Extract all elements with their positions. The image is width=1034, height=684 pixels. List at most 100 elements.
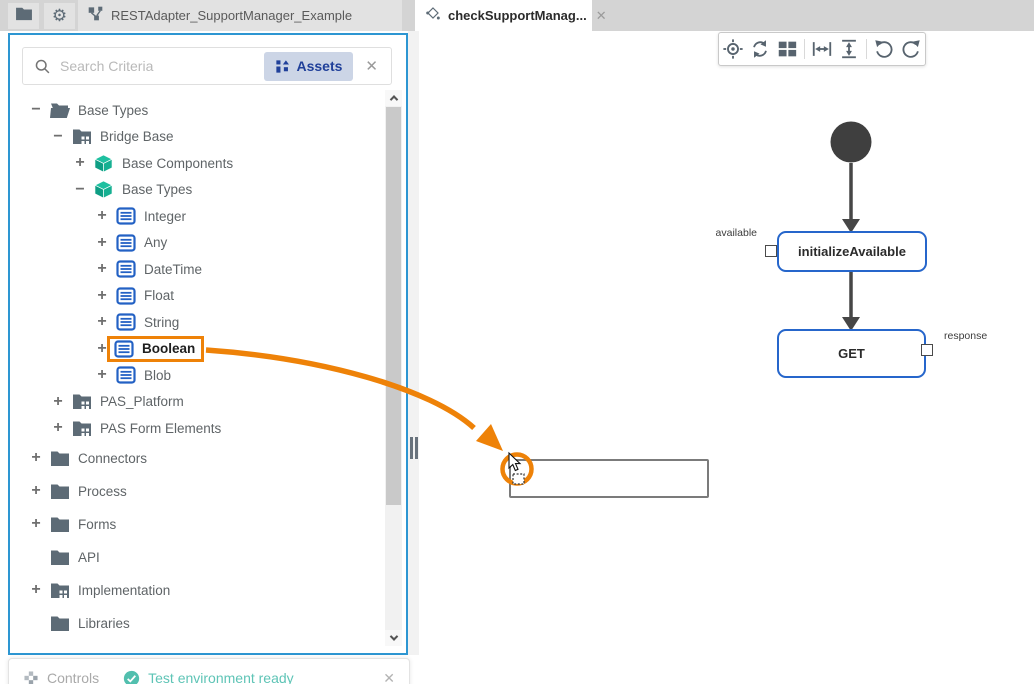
tab-diagram-active[interactable]: checkSupportManag... ✕ [415,0,592,31]
tree-scrollbar[interactable] [385,90,402,646]
expand-icon[interactable]: + [94,366,110,384]
controls-toggle[interactable]: Controls [23,670,99,684]
asset-tree: −Base Types−Bridge Base+Base Components−… [14,97,378,649]
expand-icon[interactable]: + [28,581,44,599]
start-event-node[interactable] [831,122,872,163]
tree-item-label: Libraries [78,616,130,631]
expand-icon[interactable]: + [50,419,66,437]
drag-source-highlight: Boolean [107,336,204,362]
service-icon [88,6,103,26]
assets-filter-button[interactable]: Assets [264,52,354,81]
tree-item-label: Boolean [142,341,195,356]
scroll-down-icon[interactable] [385,630,402,646]
expand-icon[interactable]: + [94,260,110,278]
tree-item-pas-form-elements[interactable]: +PAS Form Elements [14,415,378,442]
folder-icon [50,483,71,500]
folder-project-icon [72,128,93,145]
refresh-layout-icon[interactable] [748,37,772,61]
tree-item-label: DateTime [144,262,202,277]
search-icon [34,58,51,75]
splitter-grip-icon[interactable] [410,437,419,459]
tree-item-any[interactable]: + Any [14,230,378,257]
folder-icon [50,450,71,467]
tree-item-float[interactable]: + Float [14,283,378,310]
datatype-icon [114,340,135,358]
expand-icon[interactable]: + [50,393,66,411]
tree-item-integer[interactable]: +Integer [14,203,378,230]
tab-workspace[interactable]: RESTAdapter_SupportManager_Example [78,0,402,31]
datatype-icon [116,366,137,384]
close-status-icon[interactable]: ✕ [383,670,395,684]
component-cube-icon [94,154,115,173]
grid-view-icon[interactable] [775,37,799,61]
clear-search-icon[interactable]: ✕ [365,57,378,75]
tree-item-string[interactable]: + String [14,309,378,336]
tree-item-process[interactable]: +Process [14,475,378,508]
action-node-get[interactable]: GET [777,329,926,378]
action-node-label: GET [838,346,865,361]
folder-open-icon [50,102,71,119]
undo-icon[interactable] [872,37,896,61]
fit-width-icon[interactable] [810,37,834,61]
settings-button[interactable]: ⚙ [44,3,75,29]
tree-item-label: API [78,550,100,565]
drop-target-rect[interactable] [509,459,709,498]
search-input[interactable] [60,58,264,74]
datatype-icon [116,260,137,278]
output-port-response[interactable] [921,344,933,356]
tree-item-connectors[interactable]: +Connectors [14,442,378,475]
tree-item-implementation[interactable]: + Implementation [14,574,378,607]
assets-button-label: Assets [297,58,343,74]
diagram-toolbar [718,32,926,66]
expand-icon[interactable]: + [72,154,88,172]
datatype-icon [116,287,137,305]
expand-icon[interactable]: + [94,207,110,225]
tree-item-libraries[interactable]: Libraries [14,607,378,640]
expand-icon[interactable]: + [94,287,110,305]
datatype-icon [116,234,137,252]
scrollbar-thumb[interactable] [386,107,401,505]
folder-project-icon [50,582,71,599]
expand-icon[interactable]: + [94,313,110,331]
tree-item-label: Any [144,235,167,250]
workspace-folder-button[interactable] [8,3,39,29]
controls-icon [23,670,39,684]
scroll-up-icon[interactable] [385,90,402,106]
action-node-initialize[interactable]: initializeAvailable [777,231,927,272]
expand-icon[interactable]: + [28,449,44,467]
tree-item-base-types[interactable]: −Base Types [14,97,378,124]
expand-icon[interactable]: + [28,515,44,533]
tree-item-forms[interactable]: + Forms [14,508,378,541]
tree-item-label: Float [144,288,174,303]
tree-item-label: Blob [144,368,171,383]
tree-item-datetime[interactable]: + DateTime [14,256,378,283]
workspace-tab-label: RESTAdapter_SupportManager_Example [111,8,352,23]
output-port-available[interactable] [765,245,777,257]
tree-item-blob[interactable]: + Blob [14,362,378,389]
tree-item-api[interactable]: API [14,541,378,574]
expand-icon[interactable]: + [94,234,110,252]
datatype-icon [116,313,137,331]
tree-item-label: String [144,315,179,330]
collapse-icon[interactable]: − [50,128,66,146]
redo-icon[interactable] [899,37,923,61]
fit-height-icon[interactable] [837,37,861,61]
collapse-icon[interactable]: − [72,181,88,199]
tree-item-label: Forms [78,517,116,532]
center-view-icon[interactable] [721,37,745,61]
status-message: Test environment ready [148,670,294,684]
toolbar-separator [866,39,867,59]
tree-item-base-types[interactable]: −Base Types [14,177,378,204]
folder-project-icon [72,420,93,437]
collapse-icon[interactable]: − [28,101,44,119]
tree-item-bridge-base[interactable]: −Bridge Base [14,124,378,151]
expand-icon[interactable]: + [28,482,44,500]
close-tab-icon[interactable]: ✕ [596,8,607,24]
tree-item-label: Implementation [78,583,170,598]
toolbar-separator [804,39,805,59]
top-tab-bar: ⚙ RESTAdapter_SupportManager_Example [0,0,1034,31]
tree-item-base-components[interactable]: + Base Components [14,150,378,177]
tree-item-boolean[interactable]: +Boolean [14,336,378,363]
tree-item-label: Base Components [122,156,233,171]
tree-item-pas-platform[interactable]: +PAS_Platform [14,389,378,416]
